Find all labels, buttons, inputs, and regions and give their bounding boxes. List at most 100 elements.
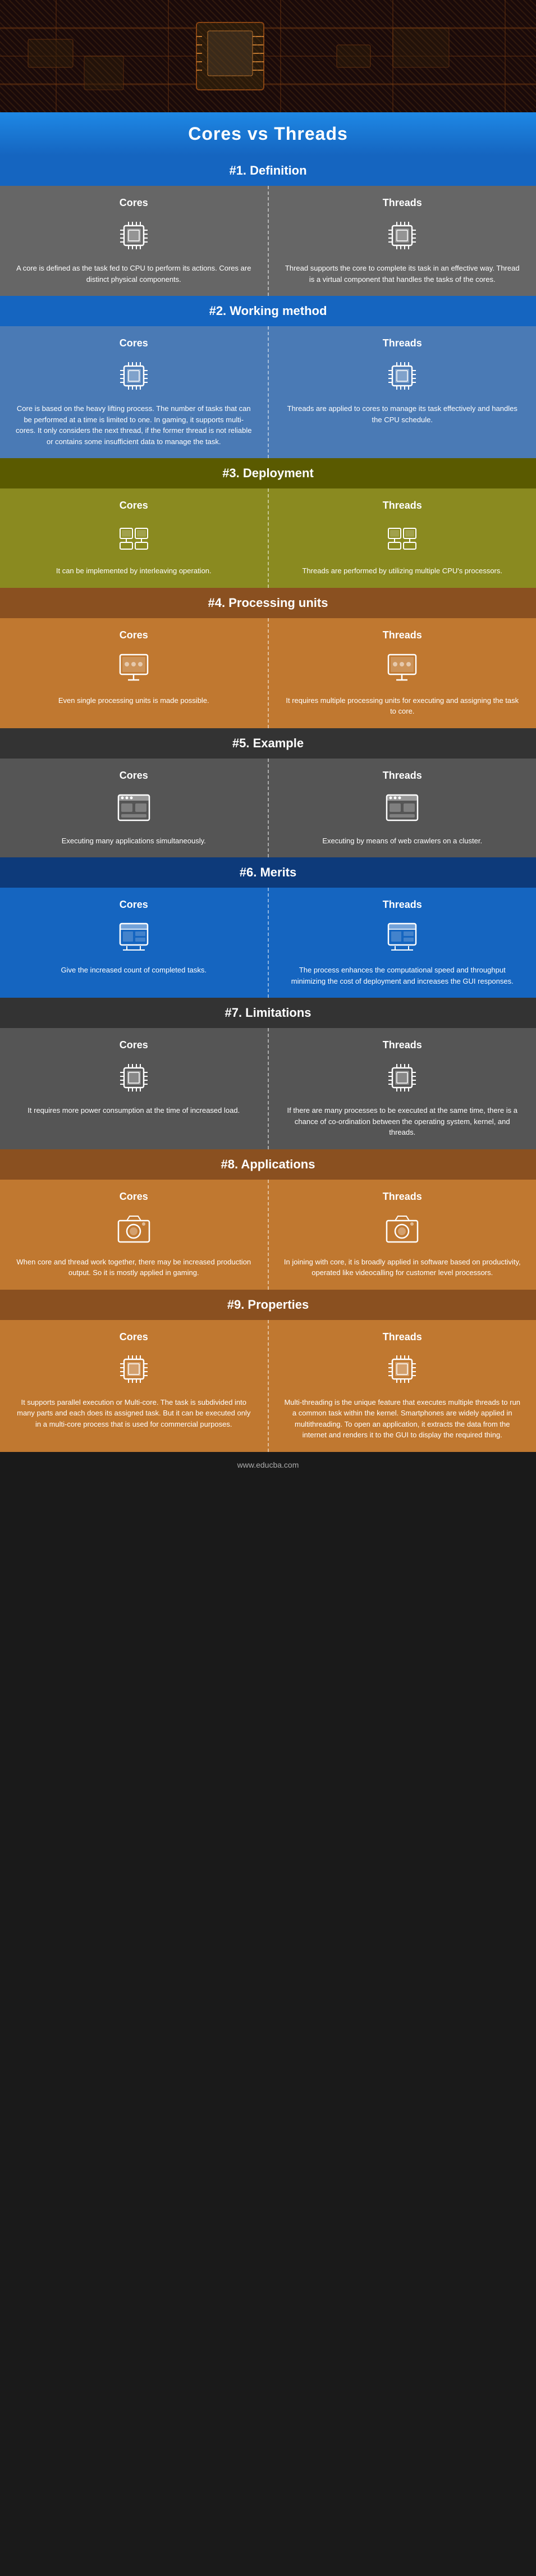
comparison-row-s9: Cores It supports parallel execution or … <box>0 1320 536 1452</box>
left-icon-s6 <box>114 917 153 957</box>
right-title-s6: Threads <box>283 899 523 911</box>
title-section: Cores vs Threads <box>0 112 536 156</box>
section-s5: #5. Example Cores Executing many applicat… <box>0 728 536 858</box>
section-header-s6: #6. Merits <box>0 857 536 888</box>
section-s8: #8. Applications Cores When core and thre… <box>0 1149 536 1290</box>
footer: www.educba.com <box>0 1452 536 1478</box>
left-cell-s5: Cores Executing many applications simult… <box>0 759 269 858</box>
left-title-s4: Cores <box>14 629 254 641</box>
right-text-s4: It requires multiple processing units fo… <box>283 695 523 717</box>
left-icon-s5 <box>114 788 153 828</box>
left-title-s3: Cores <box>14 500 254 511</box>
section-header-text-s2: #2. Working method <box>209 304 327 318</box>
right-text-s1: Thread supports the core to complete its… <box>283 263 523 285</box>
right-title-s5: Threads <box>283 770 523 782</box>
comparison-row-s4: Cores Even single processing units is ma… <box>0 618 536 728</box>
comparison-row-s6: Cores Give the increased count of comple… <box>0 888 536 998</box>
left-icon-s7 <box>114 1058 153 1097</box>
section-header-s7: #7. Limitations <box>0 998 536 1028</box>
section-header-text-s5: #5. Example <box>232 736 304 750</box>
right-text-s5: Executing by means of web crawlers on a … <box>283 835 523 847</box>
left-title-s7: Cores <box>14 1039 254 1051</box>
comparison-row-s1: Cores A core is defined as the task fed … <box>0 186 536 296</box>
section-s7: #7. Limitations Cores It requires more po… <box>0 998 536 1149</box>
section-header-s8: #8. Applications <box>0 1149 536 1180</box>
section-s2: #2. Working method Cores Core is based on… <box>0 296 536 458</box>
left-title-s1: Cores <box>14 197 254 209</box>
section-header-text-s6: #6. Merits <box>240 865 297 879</box>
right-cell-s1: Threads Thread supports the core to comp… <box>269 186 536 296</box>
section-header-text-s4: #4. Processing units <box>208 596 328 610</box>
right-title-s7: Threads <box>283 1039 523 1051</box>
left-title-s8: Cores <box>14 1191 254 1203</box>
left-title-s6: Cores <box>14 899 254 911</box>
section-header-text-s1: #1. Definition <box>229 163 306 177</box>
right-text-s6: The process enhances the computational s… <box>283 965 523 986</box>
left-cell-s9: Cores It supports parallel execution or … <box>0 1320 269 1452</box>
right-cell-s7: Threads If there are many processes to b… <box>269 1028 536 1149</box>
comparison-row-s5: Cores Executing many applications simult… <box>0 759 536 858</box>
right-cell-s4: Threads It requires multiple processing … <box>269 618 536 728</box>
section-header-s3: #3. Deployment <box>0 458 536 488</box>
right-cell-s3: Threads Threads are performed by utilizi… <box>269 488 536 588</box>
left-icon-s8 <box>114 1209 153 1249</box>
left-icon-s2 <box>114 356 153 395</box>
sections-container: #1. Definition Cores A core is defined as… <box>0 156 536 1452</box>
right-title-s3: Threads <box>283 500 523 511</box>
left-cell-s1: Cores A core is defined as the task fed … <box>0 186 269 296</box>
section-s3: #3. Deployment Cores It can be implemente… <box>0 458 536 588</box>
right-icon-s5 <box>383 788 422 828</box>
left-text-s5: Executing many applications simultaneous… <box>14 835 254 847</box>
right-icon-s3 <box>383 518 422 558</box>
right-cell-s2: Threads Threads are applied to cores to … <box>269 326 536 458</box>
right-cell-s9: Threads Multi-threading is the unique fe… <box>269 1320 536 1452</box>
right-text-s8: In joining with core, it is broadly appl… <box>283 1257 523 1278</box>
section-s1: #1. Definition Cores A core is defined as… <box>0 156 536 296</box>
left-title-s9: Cores <box>14 1331 254 1343</box>
comparison-row-s3: Cores It can be implemented by interleav… <box>0 488 536 588</box>
right-text-s3: Threads are performed by utilizing multi… <box>283 565 523 577</box>
section-s6: #6. Merits Cores Give the increased count… <box>0 857 536 998</box>
left-cell-s3: Cores It can be implemented by interleav… <box>0 488 269 588</box>
left-icon-s1 <box>114 216 153 255</box>
main-title: Cores vs Threads <box>6 124 530 144</box>
right-cell-s5: Threads Executing by means of web crawle… <box>269 759 536 858</box>
section-header-text-s8: #8. Applications <box>221 1157 315 1171</box>
right-icon-s7 <box>383 1058 422 1097</box>
left-title-s5: Cores <box>14 770 254 782</box>
left-text-s2: Core is based on the heavy lifting proce… <box>14 403 254 447</box>
right-icon-s9 <box>383 1350 422 1389</box>
right-icon-s1 <box>383 216 422 255</box>
comparison-row-s2: Cores Core is based on the heavy lifting… <box>0 326 536 458</box>
section-s9: #9. Properties Cores It supports parallel… <box>0 1290 536 1452</box>
left-text-s3: It can be implemented by interleaving op… <box>14 565 254 577</box>
section-header-text-s7: #7. Limitations <box>225 1006 311 1020</box>
left-cell-s8: Cores When core and thread work together… <box>0 1180 269 1290</box>
hero-image <box>0 0 536 112</box>
left-cell-s7: Cores It requires more power consumption… <box>0 1028 269 1149</box>
left-cell-s2: Cores Core is based on the heavy lifting… <box>0 326 269 458</box>
section-header-text-s3: #3. Deployment <box>222 466 314 480</box>
right-icon-s4 <box>383 648 422 687</box>
right-text-s9: Multi-threading is the unique feature th… <box>283 1397 523 1441</box>
section-header-s9: #9. Properties <box>0 1290 536 1320</box>
right-icon-s6 <box>383 917 422 957</box>
left-text-s4: Even single processing units is made pos… <box>14 695 254 706</box>
section-header-s4: #4. Processing units <box>0 588 536 618</box>
right-title-s8: Threads <box>283 1191 523 1203</box>
right-icon-s2 <box>383 356 422 395</box>
right-title-s1: Threads <box>283 197 523 209</box>
right-cell-s8: Threads In joining with core, it is broa… <box>269 1180 536 1290</box>
section-s4: #4. Processing units Cores Even single pr… <box>0 588 536 728</box>
left-text-s6: Give the increased count of completed ta… <box>14 965 254 976</box>
section-header-text-s9: #9. Properties <box>227 1298 309 1312</box>
left-text-s8: When core and thread work together, ther… <box>14 1257 254 1278</box>
right-text-s2: Threads are applied to cores to manage i… <box>283 403 523 425</box>
left-title-s2: Cores <box>14 337 254 349</box>
right-title-s9: Threads <box>283 1331 523 1343</box>
left-icon-s4 <box>114 648 153 687</box>
left-icon-s3 <box>114 518 153 558</box>
comparison-row-s7: Cores It requires more power consumption… <box>0 1028 536 1149</box>
left-cell-s6: Cores Give the increased count of comple… <box>0 888 269 998</box>
comparison-row-s8: Cores When core and thread work together… <box>0 1180 536 1290</box>
